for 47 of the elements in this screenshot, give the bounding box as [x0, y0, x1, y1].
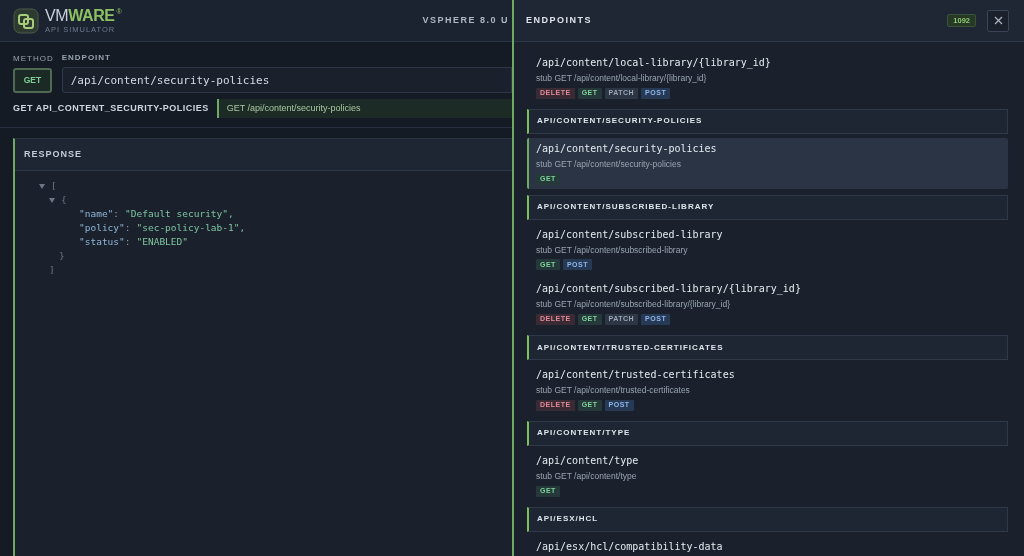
endpoint-path: /api/content/local-library/{library_id}: [536, 56, 772, 70]
json-bracket: ]: [49, 263, 55, 277]
request-title: GET API_CONTENT_SECURITY-POLICIES: [13, 101, 209, 115]
endpoint-path: /api/content/type: [536, 453, 640, 468]
endpoint-summary: stub GET /api/content/security-policies: [536, 157, 682, 171]
json-value: "Default security",: [125, 208, 234, 219]
endpoint-field[interactable]: /api/content/security-policies: [61, 67, 512, 93]
version-label: VSPHERE 8.0 U: [422, 13, 509, 27]
group-title: API/CONTENT/TRUSTED-CERTIFICATES: [537, 341, 724, 354]
json-bracket: }: [59, 249, 65, 263]
endpoint-summary: stub GET /api/content/local-library/{library_id}: [536, 72, 708, 85]
endpoint-item[interactable]: /api/esx/hcl/compatibility-data: [527, 535, 1008, 556]
method-button[interactable]: GET: [13, 68, 52, 93]
collapse-caret-icon[interactable]: [39, 183, 45, 189]
close-button[interactable]: [987, 9, 1009, 32]
json-colon: :: [124, 236, 131, 247]
endpoint-path: /api/content/subscribed-library/{library_id}: [536, 282, 802, 297]
endpoint-path: /api/esx/hcl/compatibility-data: [536, 539, 724, 554]
endpoint-path: /api/content/subscribed-library: [536, 227, 724, 242]
endpoint-summary: stub GET /api/content/type: [536, 469, 638, 483]
json-key: "status": [79, 236, 125, 247]
field-label: METHOD: [13, 53, 54, 65]
json-key: "policy": [79, 222, 125, 233]
group-title: API/CONTENT/SECURITY-POLICIES: [537, 115, 703, 128]
endpoint-summary: stub GET /api/content/subscribed-library: [536, 243, 689, 257]
json-key: "name": [79, 208, 114, 219]
json-bracket: {: [61, 193, 67, 207]
panel-title: RESPONSE: [24, 147, 82, 161]
close-icon: [993, 16, 1003, 25]
brand-name: VMWARE: [45, 7, 115, 24]
endpoint-summary: stub GET /api/content/subscribed-library/{library_id}: [536, 298, 732, 311]
group-title: API/CONTENT/SUBSCRIBED-LIBRARY: [537, 201, 715, 213]
json-value: "ENABLED": [136, 236, 188, 247]
json-bracket: [: [51, 179, 57, 193]
drawer-title: ENDPOINTS: [526, 13, 592, 27]
request-summary: GET /api/content/security-policies: [216, 99, 512, 118]
json-colon: :: [113, 208, 120, 219]
group-title: API/CONTENT/TYPE: [537, 427, 631, 440]
logo-icon: [13, 7, 39, 34]
collapse-caret-icon[interactable]: [49, 197, 55, 203]
json-colon: :: [124, 222, 131, 233]
field-label: ENDPOINT: [61, 52, 112, 64]
endpoint-path: /api/content/trusted-certificates: [536, 368, 736, 382]
endpoint-summary: stub GET /api/content/trusted-certificates: [536, 384, 691, 397]
group-title: API/ESX/HCL: [537, 513, 599, 525]
endpoint-path: /api/content/security-policies: [536, 141, 718, 156]
json-value: "sec-policy-lab-1",: [136, 222, 246, 233]
